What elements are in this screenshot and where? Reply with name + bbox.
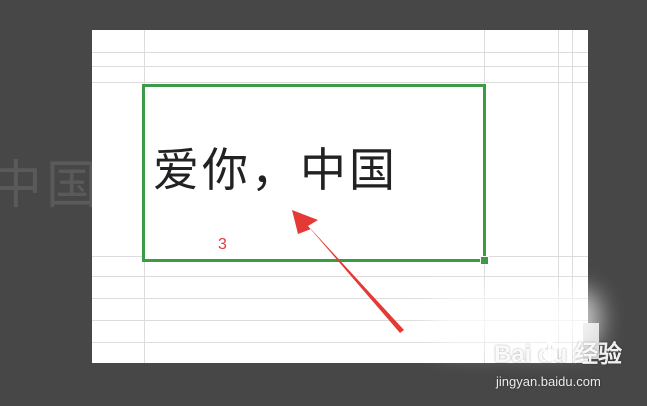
watermark-backdrop <box>430 290 600 348</box>
step-label: 3 <box>218 236 227 253</box>
grid-row-line <box>92 66 588 67</box>
grid-row-line <box>92 82 588 83</box>
fill-handle[interactable] <box>480 256 489 265</box>
watermark-url: jingyan.baidu.com <box>496 374 601 389</box>
cell-content: 爱你，中国 <box>153 143 398 197</box>
selected-cell[interactable]: 爱你，中国 <box>142 84 489 265</box>
paw-icon <box>541 340 559 361</box>
grid-row-line <box>92 52 588 53</box>
grid-row-line <box>92 276 588 277</box>
background-text: 中国 <box>0 156 103 216</box>
